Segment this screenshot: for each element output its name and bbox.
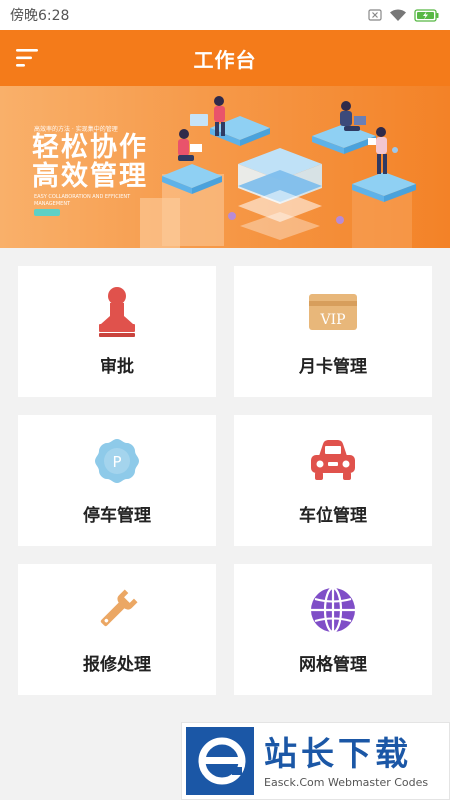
tile-label: 月卡管理	[299, 357, 367, 377]
tile-label: 车位管理	[299, 506, 367, 526]
vip-card-icon: VIP	[305, 284, 361, 340]
tile-parking-space[interactable]: 车位管理	[234, 415, 432, 546]
status-icons	[368, 8, 440, 22]
page-title: 工作台	[193, 47, 257, 72]
sim-icon	[368, 9, 382, 21]
parking-icon: P	[89, 433, 145, 489]
tile-label: 报修处理	[83, 655, 151, 675]
app-header: 工作台	[0, 30, 450, 86]
tile-label: 网格管理	[299, 655, 367, 675]
wrench-icon	[89, 582, 145, 638]
tile-repair[interactable]: 报修处理	[18, 564, 216, 695]
wifi-icon	[390, 9, 406, 21]
tile-monthly-card[interactable]: VIP 月卡管理	[234, 266, 432, 397]
hamburger-menu-icon	[16, 49, 38, 67]
tile-label: 停车管理	[83, 506, 151, 526]
watermark-subtitle: Easck.Com Webmaster Codes	[264, 775, 429, 789]
tile-approval[interactable]: 审批	[18, 266, 216, 397]
approval-stamp-icon	[89, 284, 145, 340]
site-logo-icon	[186, 727, 254, 795]
banner-accent-bar	[34, 209, 60, 216]
tile-grid-management[interactable]: 网格管理	[234, 564, 432, 695]
banner-subtitle: EASY COLLABORATION AND EFFICIENT MANAGEM…	[34, 194, 131, 207]
svg-text:P: P	[112, 453, 121, 471]
svg-text:VIP: VIP	[319, 312, 345, 328]
watermark-title: 站长下载	[264, 733, 412, 773]
globe-grid-icon	[305, 582, 361, 638]
banner-headline-1: 轻松协作	[32, 132, 148, 163]
car-icon	[305, 433, 361, 489]
status-time: 傍晚6:28	[10, 8, 70, 24]
battery-icon	[414, 8, 439, 22]
banner-headline-2: 高效管理	[32, 161, 148, 192]
status-bar: 傍晚6:28	[0, 0, 450, 30]
tile-label: 审批	[100, 357, 134, 377]
banner[interactable]: 高效率的方法 · 实现集中的管理 轻松协作 高效管理 EASY COLLABOR…	[0, 86, 450, 248]
menu-button[interactable]	[14, 46, 42, 70]
watermark: 站长下载 Easck.Com Webmaster Codes	[181, 722, 450, 800]
tile-parking[interactable]: P 停车管理	[18, 415, 216, 546]
